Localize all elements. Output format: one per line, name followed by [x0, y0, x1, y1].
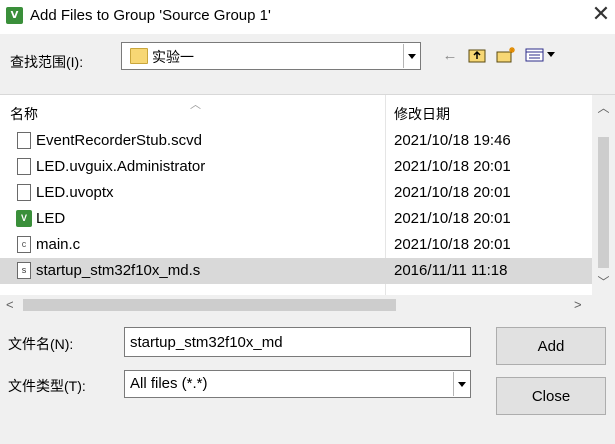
- file-date: 2021/10/18 20:01: [394, 184, 511, 201]
- back-arrow-icon: ←: [442, 46, 458, 64]
- window-title: Add Files to Group 'Source Group 1': [30, 7, 271, 24]
- file-name-label: 文件名(N):: [8, 336, 74, 352]
- file-name: EventRecorderStub.scvd: [36, 132, 202, 149]
- view-menu-button[interactable]: [524, 44, 558, 66]
- document-icon: [17, 158, 31, 175]
- scroll-up-icon[interactable]: ︿: [592, 99, 615, 116]
- folder-icon: [130, 48, 148, 64]
- horizontal-scrollbar[interactable]: < >: [0, 295, 592, 315]
- up-folder-button[interactable]: [466, 44, 488, 66]
- file-date: 2021/10/18 19:46: [394, 132, 511, 149]
- c-source-icon: c: [17, 236, 31, 253]
- back-button[interactable]: ←: [440, 44, 460, 66]
- look-in-dropdown-button[interactable]: [403, 44, 419, 68]
- file-type-dropdown[interactable]: All files (*.*): [124, 370, 471, 398]
- add-button[interactable]: Add: [496, 327, 606, 365]
- new-folder-icon: [496, 47, 515, 63]
- look-in-label: 查找范围(I):: [10, 54, 84, 70]
- file-name: LED.uvoptx: [36, 184, 114, 201]
- column-header-date[interactable]: 修改日期: [394, 104, 450, 124]
- sort-ascending-icon: ︿: [190, 99, 201, 111]
- file-date: 2021/10/18 20:01: [394, 158, 511, 175]
- file-name-input[interactable]: [124, 327, 471, 357]
- look-in-value: 实验一: [152, 49, 194, 65]
- document-icon: [17, 184, 31, 201]
- list-item[interactable]: LED.uvguix.Administrator 2021/10/18 20:0…: [0, 154, 592, 180]
- list-item[interactable]: EventRecorderStub.scvd 2021/10/18 19:46: [0, 128, 592, 154]
- close-button[interactable]: Close: [496, 377, 606, 415]
- file-name: startup_stm32f10x_md.s: [36, 262, 201, 279]
- list-item-selected[interactable]: s startup_stm32f10x_md.s 2016/11/11 11:1…: [0, 258, 592, 284]
- up-folder-icon: [468, 49, 486, 63]
- vertical-scrollbar[interactable]: ︿ ﹀: [592, 95, 615, 295]
- file-name: LED: [36, 210, 66, 227]
- new-folder-button[interactable]: [494, 44, 518, 66]
- scrollbar-corner: [592, 295, 615, 315]
- close-window-button[interactable]: ✕: [590, 2, 612, 28]
- file-date: 2016/11/11 11:18: [394, 262, 508, 279]
- title-bar: V Add Files to Group 'Source Group 1' ✕: [0, 0, 615, 34]
- chevron-down-icon: [457, 381, 466, 387]
- scroll-down-icon[interactable]: ﹀: [592, 273, 615, 290]
- look-in-dropdown[interactable]: 实验一: [121, 42, 421, 70]
- uvision-project-icon: V: [16, 210, 32, 227]
- view-menu-icon: [525, 48, 555, 62]
- file-date: 2021/10/18 20:01: [394, 210, 511, 227]
- list-item[interactable]: LED.uvoptx 2021/10/18 20:01: [0, 180, 592, 206]
- file-name: LED.uvguix.Administrator: [36, 158, 206, 175]
- chevron-down-icon: [407, 53, 416, 59]
- file-type-dropdown-button[interactable]: [453, 372, 469, 396]
- assembly-file-icon: s: [17, 262, 31, 279]
- list-item[interactable]: c main.c 2021/10/18 20:01: [0, 232, 592, 258]
- file-type-label: 文件类型(T):: [8, 378, 86, 394]
- file-list[interactable]: ︿ 名称 修改日期 EventRecorderStub.scvd 2021/10…: [0, 94, 615, 315]
- vertical-scroll-thumb[interactable]: [598, 137, 609, 268]
- scroll-left-icon[interactable]: <: [6, 297, 14, 312]
- scroll-right-icon[interactable]: >: [574, 297, 582, 312]
- list-item[interactable]: V LED 2021/10/18 20:01: [0, 206, 592, 232]
- uvision-app-icon: V: [6, 7, 23, 24]
- file-type-value: All files (*.*): [130, 375, 208, 392]
- column-header-name[interactable]: 名称: [10, 104, 38, 124]
- file-name: main.c: [36, 236, 81, 253]
- horizontal-scroll-thumb[interactable]: [23, 299, 396, 311]
- file-date: 2021/10/18 20:01: [394, 236, 511, 253]
- document-icon: [17, 132, 31, 149]
